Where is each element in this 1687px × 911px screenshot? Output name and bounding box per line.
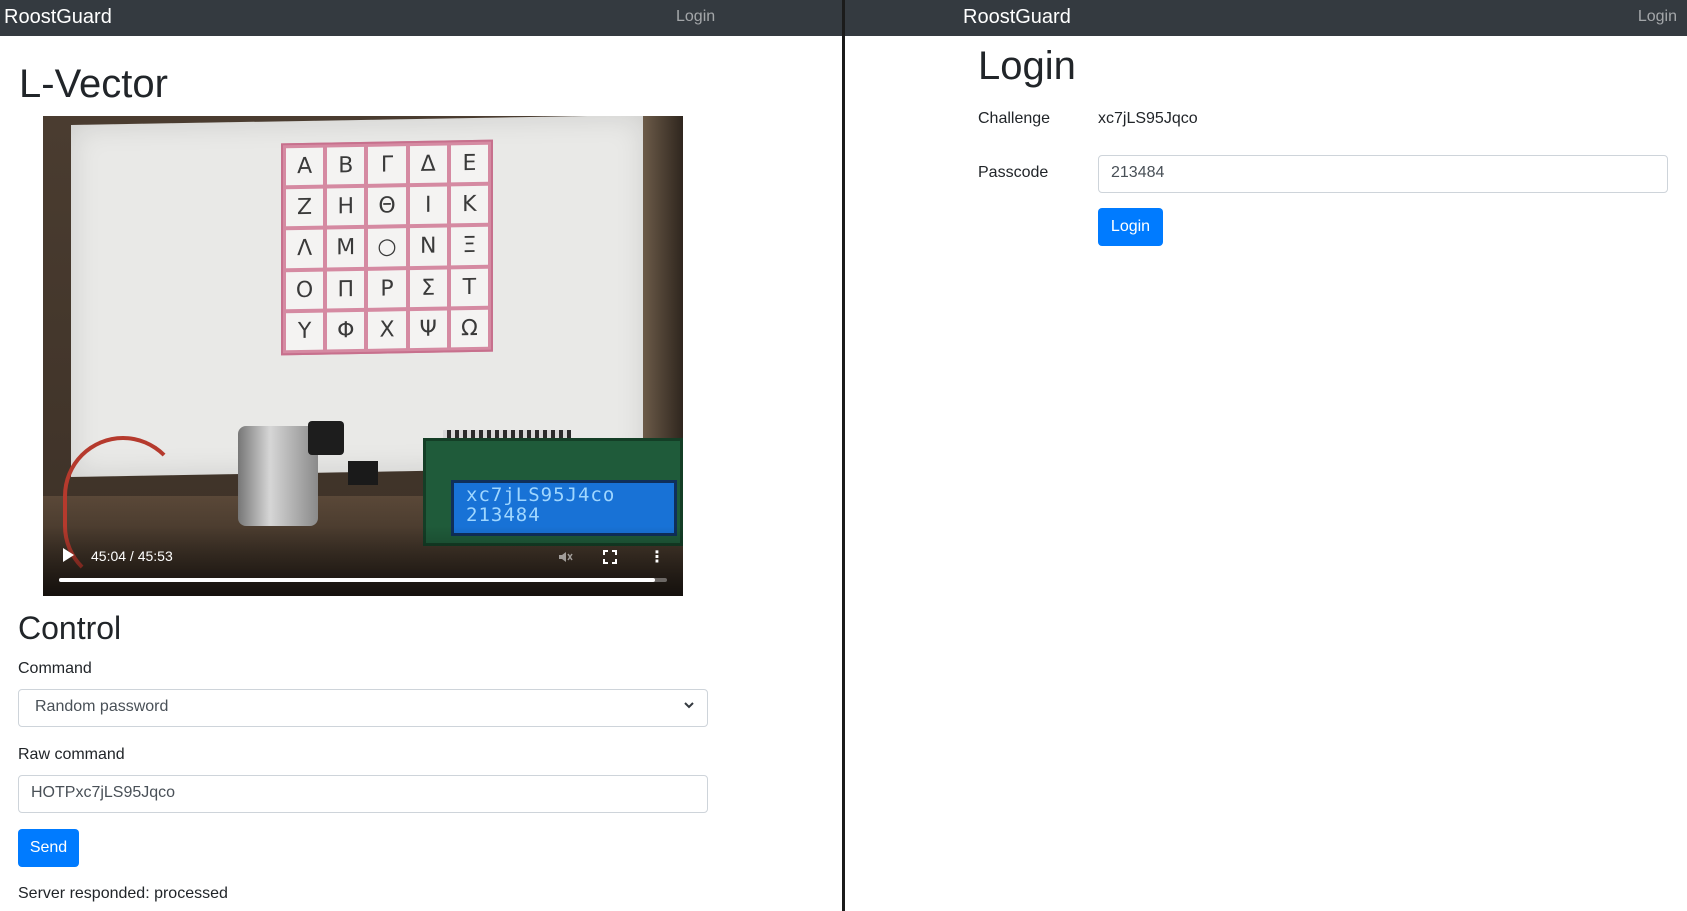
grid-cell: Ξ: [450, 227, 488, 265]
grid-cell: Π: [327, 270, 365, 309]
laser-module: [348, 461, 378, 485]
grid-cell: Α: [286, 147, 324, 186]
navbar-brand[interactable]: RoostGuard: [4, 6, 112, 29]
login-title: Login: [978, 44, 1076, 88]
grid-cell: Ο: [286, 271, 324, 310]
login-button[interactable]: Login: [1098, 208, 1163, 246]
grid-cell: Β: [327, 146, 365, 185]
command-select[interactable]: Random password: [18, 689, 708, 727]
grid-cell: Τ: [450, 268, 488, 307]
grid-cell: Η: [327, 188, 365, 226]
grid-cell: Ω: [450, 309, 488, 348]
passcode-label: Passcode: [978, 164, 1049, 181]
nav-login-link[interactable]: Login: [676, 8, 715, 26]
grid-cell: Φ: [327, 311, 365, 350]
video-controls: 45:04 / 45:53 ⋮: [43, 526, 683, 596]
right-pane: RoostGuard Login Login Challenge xc7jLS9…: [845, 0, 1687, 911]
passcode-input[interactable]: 213484: [1098, 155, 1668, 193]
navbar: RoostGuard Login: [845, 0, 1687, 36]
fullscreen-icon[interactable]: [601, 548, 619, 566]
left-pane: RoostGuard Login L-Vector Α Β Γ Δ Ε Ζ Η Θ Ι Κ Λ Μ ○ Ν…: [0, 0, 842, 911]
grid-cell: Ρ: [368, 269, 406, 308]
nav-login-link[interactable]: Login: [1638, 8, 1677, 26]
grid-cell: Ζ: [286, 188, 324, 227]
chevron-down-icon: [684, 702, 694, 709]
raw-command-input[interactable]: HOTPxc7jLS95Jqco: [18, 775, 708, 813]
letter-grid: Α Β Γ Δ Ε Ζ Η Θ Ι Κ Λ Μ ○ Ν Ξ Ο Π Ρ Σ Τ Υ Φ Χ Ψ Ω: [281, 139, 493, 356]
grid-cell: Χ: [368, 310, 406, 349]
page-title: L-Vector: [19, 62, 168, 106]
grid-cell: Κ: [450, 185, 488, 224]
video-player[interactable]: Α Β Γ Δ Ε Ζ Η Θ Ι Κ Λ Μ ○ Ν Ξ Ο Π Ρ Σ Τ Υ Φ Χ Ψ Ω xc7jLS95J4co 2…: [43, 116, 683, 596]
grid-cell: Ψ: [409, 310, 447, 349]
grid-cell: Μ: [327, 229, 365, 268]
grid-cell: Θ: [368, 187, 406, 226]
challenge-label: Challenge: [978, 110, 1051, 127]
servo-motor: [238, 426, 318, 526]
video-progress-track[interactable]: [59, 578, 667, 582]
more-options-icon[interactable]: ⋮: [648, 548, 666, 566]
lcd-line-1: xc7jLS95J4co: [466, 484, 616, 506]
lcd-line-2: 213484: [466, 504, 541, 526]
navbar: RoostGuard Login: [0, 0, 842, 36]
motor-arm: [308, 421, 344, 455]
grid-cell: Ε: [450, 144, 488, 183]
raw-command-label: Raw command: [18, 746, 125, 763]
grid-cell: Λ: [286, 229, 324, 268]
command-select-value: Random password: [35, 698, 169, 715]
server-response: Server responded: processed: [18, 885, 228, 902]
play-icon[interactable]: [63, 548, 74, 562]
challenge-value: xc7jLS95Jqco: [1098, 110, 1198, 127]
grid-cell: Υ: [286, 312, 324, 351]
grid-cell: Σ: [409, 269, 447, 307]
grid-cell: Δ: [409, 145, 447, 184]
command-label: Command: [18, 660, 92, 677]
video-time: 45:04 / 45:53: [91, 548, 173, 564]
send-button[interactable]: Send: [18, 829, 79, 867]
whiteboard: Α Β Γ Δ Ε Ζ Η Θ Ι Κ Λ Μ ○ Ν Ξ Ο Π Ρ Σ Τ Υ Φ Χ Ψ Ω: [71, 116, 645, 478]
grid-cell: ○: [368, 228, 406, 267]
mute-icon[interactable]: [556, 548, 574, 566]
navbar-brand[interactable]: RoostGuard: [963, 6, 1071, 29]
grid-cell: Γ: [368, 146, 406, 185]
control-heading: Control: [18, 610, 122, 646]
grid-cell: Ι: [409, 186, 447, 225]
grid-cell: Ν: [409, 227, 447, 266]
video-progress-fill: [59, 578, 655, 582]
